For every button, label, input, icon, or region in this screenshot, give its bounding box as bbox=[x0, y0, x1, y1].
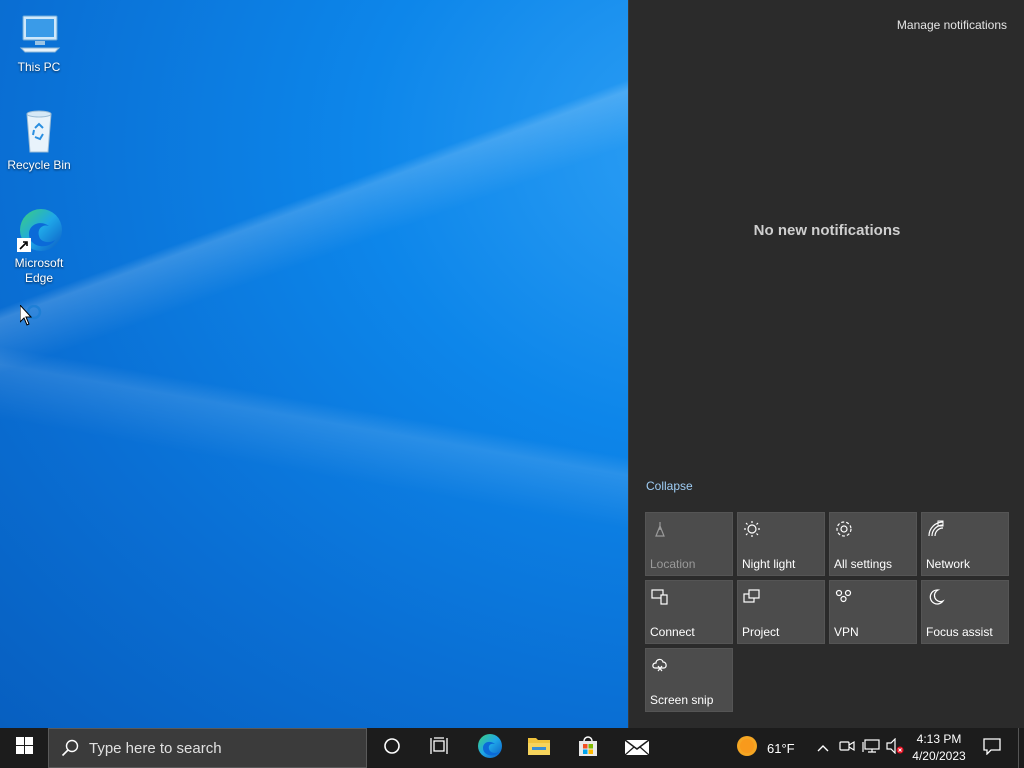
moon-icon bbox=[927, 588, 945, 606]
tile-label: Focus assist bbox=[926, 625, 993, 639]
tile-label: All settings bbox=[834, 557, 893, 571]
taskbar-edge-button[interactable] bbox=[466, 728, 514, 768]
chevron-up-icon bbox=[817, 739, 829, 757]
clock-time: 4:13 PM bbox=[916, 732, 962, 746]
taskbar-file-explorer-button[interactable] bbox=[515, 728, 563, 768]
tile-location[interactable]: Location bbox=[645, 512, 733, 576]
empty-notifications-message: No new notifications bbox=[753, 222, 901, 239]
taskbar-mail-button[interactable] bbox=[613, 728, 661, 768]
store-bag-icon bbox=[577, 735, 599, 762]
computer-icon bbox=[15, 10, 63, 58]
snip-icon bbox=[651, 656, 669, 674]
tile-connect[interactable]: Connect bbox=[645, 580, 733, 644]
action-center-button[interactable] bbox=[974, 728, 1010, 768]
folder-icon bbox=[527, 735, 551, 762]
sun-icon bbox=[736, 735, 758, 762]
project-icon bbox=[743, 588, 761, 606]
video-camera-icon bbox=[839, 739, 855, 758]
show-desktop-divider[interactable] bbox=[1018, 728, 1019, 768]
tile-night-light[interactable]: Night light bbox=[737, 512, 825, 576]
volume-tray-button[interactable] bbox=[884, 728, 906, 768]
mouse-cursor-icon bbox=[19, 303, 46, 334]
weather-temperature: 61°F bbox=[767, 740, 795, 756]
search-placeholder: Type here to search bbox=[89, 739, 222, 757]
tile-focus-assist[interactable]: Focus assist bbox=[921, 580, 1009, 644]
collapse-link[interactable]: Collapse bbox=[646, 479, 693, 493]
network-icon bbox=[927, 520, 945, 538]
desktop-icon-label: Microsoft Edge bbox=[14, 256, 64, 285]
gear-icon bbox=[835, 520, 853, 538]
desktop-icon-this-pc[interactable]: This PC bbox=[1, 10, 77, 75]
tile-label: Connect bbox=[650, 625, 695, 639]
tile-label: Location bbox=[650, 557, 696, 571]
action-center-panel: Manage notifications No new notification… bbox=[628, 0, 1024, 728]
cortana-circle-icon bbox=[383, 737, 401, 760]
tile-vpn[interactable]: VPN bbox=[829, 580, 917, 644]
taskbar-clock[interactable]: 4:13 PM 4/20/2023 bbox=[905, 731, 973, 765]
task-view-button[interactable] bbox=[416, 728, 464, 768]
location-icon bbox=[651, 520, 669, 538]
desktop-icon-label: This PC bbox=[17, 60, 61, 74]
recycle-bin-icon bbox=[15, 108, 63, 156]
clock-date: 4/20/2023 bbox=[912, 749, 966, 763]
tile-label: VPN bbox=[834, 625, 859, 639]
brightness-icon bbox=[743, 520, 761, 538]
volume-muted-icon bbox=[886, 737, 904, 759]
manage-notifications-link[interactable]: Manage notifications bbox=[897, 18, 1007, 32]
windows-logo-icon bbox=[15, 737, 33, 759]
desktop-icon-recycle-bin[interactable]: Recycle Bin bbox=[1, 108, 77, 173]
search-icon bbox=[61, 739, 79, 757]
tile-screen-snip[interactable]: Screen snip bbox=[645, 648, 733, 712]
ethernet-icon bbox=[862, 738, 880, 758]
taskbar-search-box[interactable]: Type here to search bbox=[48, 728, 367, 768]
meet-now-button[interactable] bbox=[836, 728, 858, 768]
network-tray-button[interactable] bbox=[860, 728, 882, 768]
desktop-icon-label: Recycle Bin bbox=[7, 158, 71, 172]
notification-icon bbox=[983, 737, 1001, 760]
weather-widget[interactable]: 61°F bbox=[736, 728, 802, 768]
start-button[interactable] bbox=[0, 728, 48, 768]
tile-label: Screen snip bbox=[650, 693, 714, 707]
tile-network[interactable]: Network bbox=[921, 512, 1009, 576]
taskbar-store-button[interactable] bbox=[564, 728, 612, 768]
connect-icon bbox=[651, 588, 669, 606]
mail-icon bbox=[624, 736, 650, 761]
show-hidden-icons-button[interactable] bbox=[812, 728, 834, 768]
task-view-icon bbox=[430, 736, 450, 760]
tile-label: Network bbox=[926, 557, 971, 571]
taskbar: Type here to search 61°F 4:13 PM 4/20/20… bbox=[0, 728, 1024, 768]
edge-icon bbox=[15, 206, 63, 254]
cortana-button[interactable] bbox=[368, 728, 416, 768]
vpn-icon bbox=[835, 588, 853, 606]
desktop-icon-microsoft-edge[interactable]: Microsoft Edge bbox=[1, 206, 77, 286]
tile-label: Project bbox=[742, 625, 780, 639]
edge-icon bbox=[477, 733, 503, 764]
tile-label: Night light bbox=[742, 557, 796, 571]
tile-all-settings[interactable]: All settings bbox=[829, 512, 917, 576]
tile-project[interactable]: Project bbox=[737, 580, 825, 644]
